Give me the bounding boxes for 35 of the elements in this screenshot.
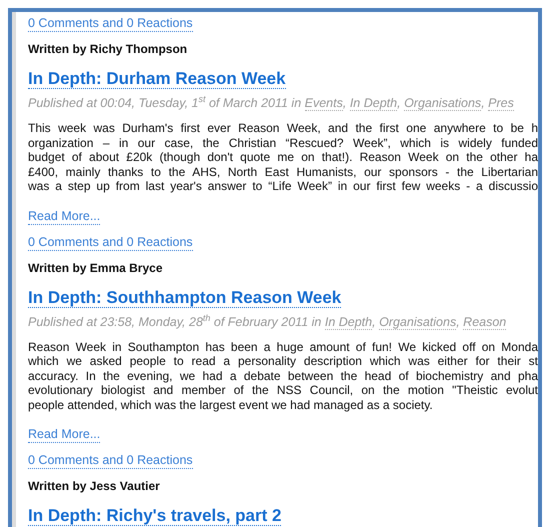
category-link[interactable]: Organisations — [379, 314, 456, 330]
post-title-link[interactable]: In Depth: Durham Reason Week — [28, 69, 286, 89]
separator: , — [456, 314, 460, 329]
category-link[interactable]: Events — [304, 96, 343, 112]
body-text-line: was a step up from last year's answer to “Life Week” in our first few weeks - a discussio — [28, 179, 538, 194]
comments-link[interactable]: 0 Comments and 0 Reactions — [28, 234, 193, 251]
separator: , — [342, 96, 346, 110]
category-link[interactable]: Reason — [463, 314, 506, 330]
comments-link[interactable]: 0 Comments and 0 Reactions — [28, 453, 193, 470]
comments-link[interactable]: 0 Comments and 0 Reactions — [28, 16, 193, 32]
body-text-line: organization – in our case, the Christian “Rescued? Week”, which is widely funded — [28, 136, 538, 150]
body-text-line: which we asked people to read a personality description which was either for their st — [28, 354, 538, 369]
category-link[interactable]: Pres — [488, 96, 514, 112]
body-text-line: Reason Week in Southampton has been a huge amount of fun! We kicked off on Monda — [28, 340, 538, 354]
body-text-line: £400, mainly thanks to the AHS, North East Humanists, our sponsors - the Libertarian — [28, 164, 538, 180]
body-text-line: accuracy. In the evening, we had a debate between the head of biochemistry and pha — [28, 368, 538, 384]
read-more-link[interactable]: Read More... — [28, 427, 100, 444]
post-author: Written by Richy Thompson — [28, 42, 188, 57]
body-text-line: evolutionary biologist and member of the NSS Council, on the motion "Theistic evolut — [28, 383, 538, 398]
category-link[interactable]: In Depth — [324, 314, 372, 330]
category-link[interactable]: Organisations — [404, 96, 482, 112]
post-date: Published at 00:04, Tuesday, 1$^{st}$ of March 2011 in — [28, 96, 302, 110]
body-text-line: budget of about £20k (though don't quote me on that!). Reason Week on the other ha — [28, 150, 538, 165]
body-text-line: This week was Durham's first ever Reason Week, and the first one anywhere to be h — [28, 121, 538, 136]
post-title-link[interactable]: In Depth: Southhampton Reason Week — [28, 288, 342, 308]
post-date: Published at 23:58, Monday, 28$^{th}$ of February 2011 in — [28, 314, 322, 329]
post-author: Written by Emma Bryce — [28, 260, 164, 276]
separator: , — [372, 314, 376, 329]
category-link[interactable]: In Depth — [350, 96, 398, 112]
separator: , — [481, 96, 485, 110]
post-author: Written by Jess Vautier — [28, 479, 161, 494]
body-text-line: people attended, which was the largest event we had managed as a society. — [28, 398, 434, 412]
separator: , — [397, 96, 401, 110]
read-more-link[interactable]: Read More... — [28, 208, 100, 225]
post-title-link[interactable]: In Depth: Richy's travels, part 2 — [28, 506, 282, 526]
